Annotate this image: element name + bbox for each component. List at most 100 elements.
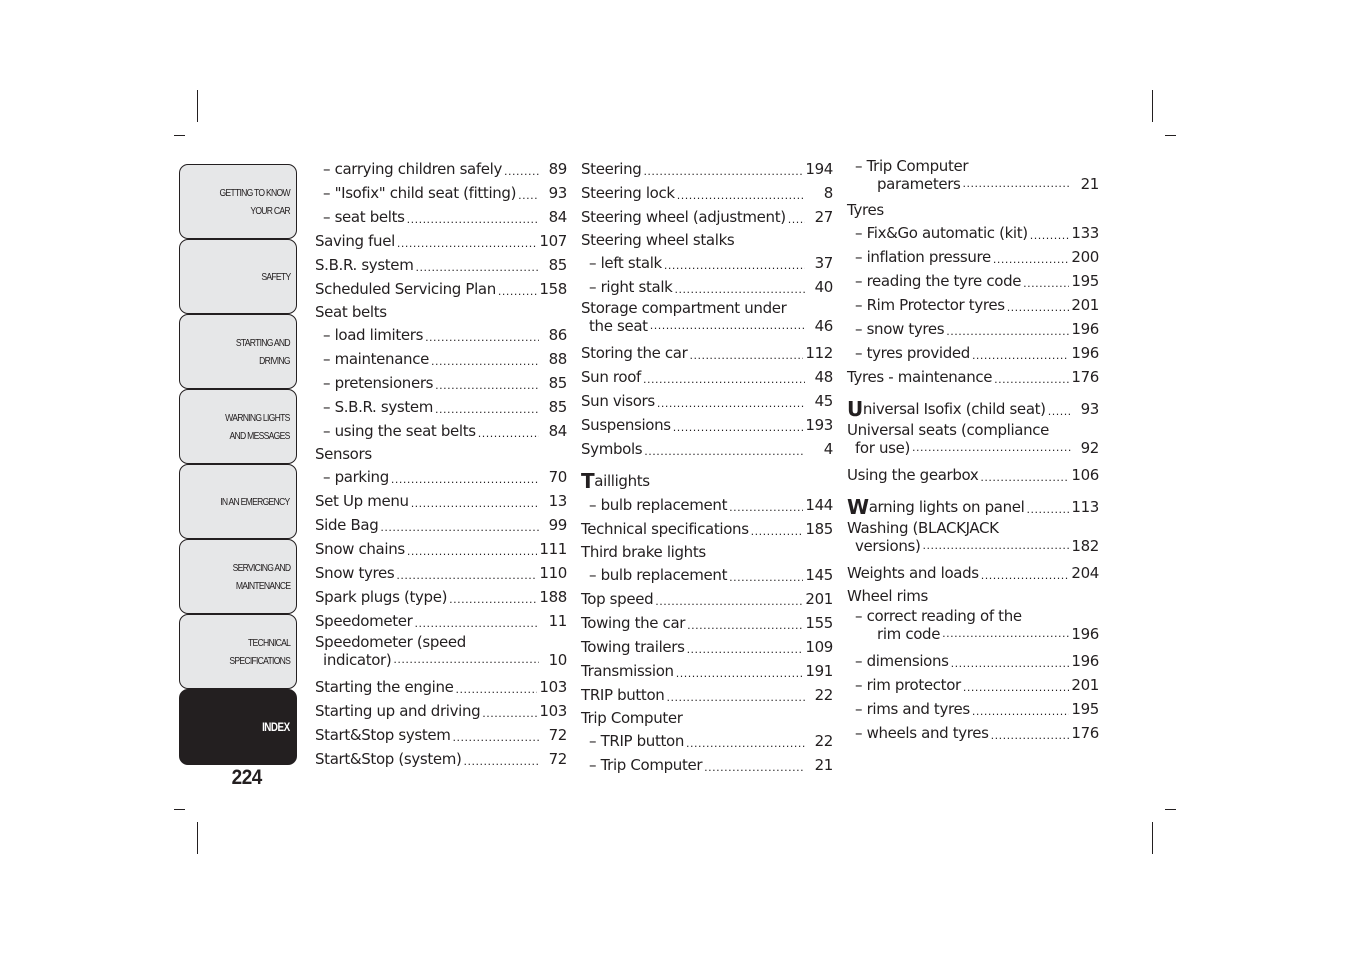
index-entry[interactable]: – Rim Protector tyres 201 — [847, 293, 1099, 317]
index-entry[interactable]: Using the gearbox 106 — [847, 463, 1099, 487]
index-entry[interactable]: Washing (BLACKJACKversions) 182 — [847, 519, 1099, 561]
index-entry[interactable]: Third brake lights — [581, 541, 833, 563]
index-entry[interactable]: – correct reading of therim code 196 — [847, 607, 1099, 649]
index-entry-page: 103 — [539, 702, 567, 720]
dot-leader — [397, 235, 538, 253]
index-entry[interactable]: – reading the tyre code 195 — [847, 269, 1099, 293]
index-entry[interactable]: – load limiters 86 — [315, 323, 567, 347]
index-entry[interactable]: – maintenance 88 — [315, 347, 567, 371]
index-entry[interactable]: Snow tyres 110 — [315, 561, 567, 585]
index-entry-label: Saving fuel — [315, 232, 395, 250]
index-entry[interactable]: Spark plugs (type) 188 — [315, 585, 567, 609]
chapter-tab-in-an-emergency[interactable]: IN AN EMERGENCY — [179, 464, 297, 539]
index-entry[interactable]: Technical specifications 185 — [581, 517, 833, 541]
index-entry-page: 201 — [805, 590, 833, 608]
index-entry[interactable]: – seat belts 84 — [315, 205, 567, 229]
index-entry[interactable]: – wheels and tyres 176 — [847, 721, 1099, 745]
index-entry[interactable]: – carrying children safely 89 — [315, 157, 567, 181]
chapter-tab-getting-to-know-your-car[interactable]: GETTING TO KNOW YOUR CAR — [179, 164, 297, 239]
crop-mark-top-left-horizontal — [174, 135, 185, 136]
index-entry[interactable]: TRIP button 22 — [581, 683, 833, 707]
index-entry[interactable]: Towing the car 155 — [581, 611, 833, 635]
index-entry[interactable]: – snow tyres 196 — [847, 317, 1099, 341]
index-entry[interactable]: – S.B.R. system 85 — [315, 395, 567, 419]
index-entry[interactable]: Weights and loads 204 — [847, 561, 1099, 585]
dot-leader — [498, 283, 538, 301]
index-entry-label: Steering lock — [581, 184, 675, 202]
index-entry[interactable]: S.B.R. system 85 — [315, 253, 567, 277]
index-entry-label: – using the seat belts — [323, 422, 476, 440]
index-entry[interactable]: Storing the car 112 — [581, 341, 833, 365]
index-entry[interactable]: Towing trailers 109 — [581, 635, 833, 659]
index-entry[interactable]: Seat belts — [315, 301, 567, 323]
index-entry[interactable]: – right stalk 40 — [581, 275, 833, 299]
index-entry[interactable]: Taillights — [581, 469, 833, 493]
index-entry[interactable]: Top speed 201 — [581, 587, 833, 611]
index-entry-page: 195 — [1071, 700, 1099, 718]
index-entry[interactable]: – pretensioners 85 — [315, 371, 567, 395]
index-entry[interactable]: Suspensions 193 — [581, 413, 833, 437]
index-entry[interactable]: – using the seat belts 84 — [315, 419, 567, 443]
index-entry[interactable]: Steering wheel stalks — [581, 229, 833, 251]
index-entry[interactable]: Speedometer (speedindicator) 10 — [315, 633, 567, 675]
index-entry[interactable]: Steering 194 — [581, 157, 833, 181]
index-entry-page: 201 — [1071, 676, 1099, 694]
index-entry[interactable]: Wheel rims — [847, 585, 1099, 607]
dot-leader — [729, 569, 803, 587]
index-entry[interactable]: – left stalk 37 — [581, 251, 833, 275]
index-entry[interactable]: Warning lights on panel 113 — [847, 495, 1099, 519]
index-entry[interactable]: Universal seats (compliancefor use) 92 — [847, 421, 1099, 463]
index-entry[interactable]: – bulb replacement 144 — [581, 493, 833, 517]
dot-leader — [449, 591, 537, 609]
chapter-tab-starting-and-driving[interactable]: STARTING AND DRIVING — [179, 314, 297, 389]
index-entry[interactable]: Speedometer 11 — [315, 609, 567, 633]
index-entry-page: 11 — [548, 612, 568, 630]
index-entry[interactable]: – Fix&Go automatic (kit) 133 — [847, 221, 1099, 245]
index-entry-label: Steering — [581, 160, 642, 178]
index-entry-page: 84 — [548, 208, 568, 226]
index-entry[interactable]: Scheduled Servicing Plan 158 — [315, 277, 567, 301]
index-entry[interactable]: – dimensions 196 — [847, 649, 1099, 673]
chapter-tab-warning-lights-and-messages[interactable]: WARNING LIGHTS AND MESSAGES — [179, 389, 297, 464]
index-entry[interactable]: – rim protector 201 — [847, 673, 1099, 697]
index-entry[interactable]: – tyres provided 196 — [847, 341, 1099, 365]
dot-leader — [380, 519, 539, 537]
index-entry[interactable]: Universal Isofix (child seat) 93 — [847, 397, 1099, 421]
index-entry[interactable]: Trip Computer — [581, 707, 833, 729]
index-entry[interactable]: – parking 70 — [315, 465, 567, 489]
index-entry[interactable]: Saving fuel 107 — [315, 229, 567, 253]
index-entry[interactable]: – Trip Computerparameters 21 — [847, 157, 1099, 199]
chapter-tab-safety[interactable]: SAFETY — [179, 239, 297, 314]
index-entry[interactable]: – bulb replacement 145 — [581, 563, 833, 587]
index-entry[interactable]: – rims and tyres 195 — [847, 697, 1099, 721]
index-entry[interactable]: Tyres - maintenance 176 — [847, 365, 1099, 389]
page-number: 224 — [231, 766, 263, 789]
index-entry-label: Starting up and driving — [315, 702, 481, 720]
index-entry[interactable]: – Trip Computer 21 — [581, 753, 833, 777]
index-entry[interactable]: Transmission 191 — [581, 659, 833, 683]
index-entry[interactable]: Snow chains 111 — [315, 537, 567, 561]
index-entry[interactable]: Steering lock 8 — [581, 181, 833, 205]
index-entry[interactable]: Starting up and driving 103 — [315, 699, 567, 723]
chapter-tab-index[interactable]: INDEX — [179, 689, 297, 765]
index-entry-label: Speedometer — [315, 612, 413, 630]
index-entry[interactable]: Set Up menu 13 — [315, 489, 567, 513]
index-entry[interactable]: – TRIP button 22 — [581, 729, 833, 753]
index-entry[interactable]: – "Isofix" child seat (fitting) 93 — [315, 181, 567, 205]
index-entry[interactable]: – inflation pressure 200 — [847, 245, 1099, 269]
index-entry[interactable]: Start&Stop (system) 72 — [315, 747, 567, 771]
index-entry[interactable]: Tyres — [847, 199, 1099, 221]
index-entry-label: – rims and tyres — [855, 700, 970, 718]
index-entry[interactable]: Symbols 4 — [581, 437, 833, 461]
index-entry[interactable]: Start&Stop system 72 — [315, 723, 567, 747]
index-entry[interactable]: Sun roof 48 — [581, 365, 833, 389]
chapter-tab-servicing-and-maintenance[interactable]: SERVICING AND MAINTENANCE — [179, 539, 297, 614]
index-entry-label: Storing the car — [581, 344, 688, 362]
index-entry[interactable]: Side Bag 99 — [315, 513, 567, 537]
index-entry[interactable]: Storage compartment underthe seat 46 — [581, 299, 833, 341]
index-entry[interactable]: Sensors — [315, 443, 567, 465]
index-entry[interactable]: Starting the engine 103 — [315, 675, 567, 699]
index-entry[interactable]: Steering wheel (adjustment) 27 — [581, 205, 833, 229]
chapter-tab-technical-specifications[interactable]: TECHNICAL SPECIFICATIONS — [179, 614, 297, 689]
index-entry[interactable]: Sun visors 45 — [581, 389, 833, 413]
